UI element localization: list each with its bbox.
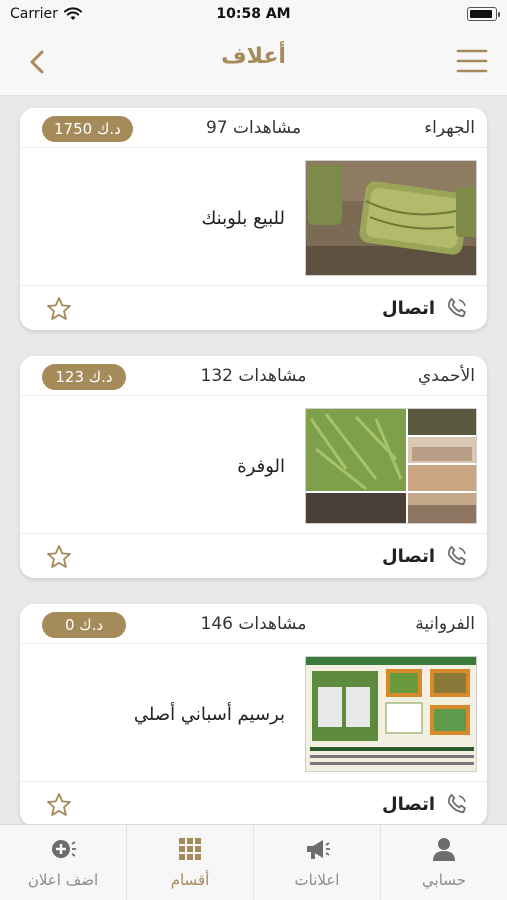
hamburger-menu-icon[interactable] xyxy=(455,46,489,76)
listing-body[interactable]: للبيع بلوبنك xyxy=(20,148,487,286)
listing-card[interactable]: الجهراء 97 مشاهدات 1750 د.ك للبيع بلوبنك xyxy=(20,108,487,330)
tab-label: اضف اعلان xyxy=(27,871,99,889)
listing-title[interactable]: برسيم أسباني أصلي xyxy=(134,704,285,725)
call-label: اتصال xyxy=(381,793,435,815)
status-time: 10:58 AM xyxy=(216,6,291,22)
call-button[interactable]: اتصال xyxy=(382,544,469,568)
phone-icon xyxy=(448,793,466,814)
navigation-bar: أعلاف xyxy=(0,28,507,96)
call-button[interactable]: اتصال xyxy=(382,296,469,320)
listing-header: الجهراء 97 مشاهدات 1750 د.ك xyxy=(20,108,487,148)
favorite-star-icon[interactable] xyxy=(46,296,72,322)
tab-ads[interactable]: اعلانات xyxy=(253,825,380,900)
favorite-star-icon[interactable] xyxy=(46,792,72,818)
battery-icon xyxy=(467,7,500,21)
page-title: أعلاف xyxy=(221,44,286,69)
listing-footer: اتصال xyxy=(20,782,487,824)
tab-label: أقسام xyxy=(170,871,210,889)
phone-icon xyxy=(448,297,466,318)
status-bar: Carrier 10:58 AM xyxy=(0,0,507,28)
listing-title[interactable]: للبيع بلوبنك xyxy=(202,208,286,229)
price-badge: 123 د.ك xyxy=(42,364,126,390)
hay-bales-photo[interactable] xyxy=(305,160,477,276)
listings-list[interactable]: الجهراء 97 مشاهدات 1750 د.ك للبيع بلوبنك xyxy=(0,96,507,824)
tab-label: حسابي xyxy=(422,871,466,889)
alfalfa-ad-flyer[interactable] xyxy=(305,656,477,772)
megaphone-icon xyxy=(307,840,330,859)
listing-body[interactable]: الوفرة xyxy=(20,396,487,534)
tab-categories[interactable]: أقسام xyxy=(126,825,253,900)
price-badge: 0 د.ك xyxy=(42,612,126,638)
price-badge: 1750 د.ك xyxy=(42,116,133,142)
tab-my-account[interactable]: حسابي xyxy=(380,825,507,900)
listing-card[interactable]: الأحمدي 132 مشاهدات 123 د.ك الوفرة اتصال xyxy=(20,356,487,578)
person-icon xyxy=(433,838,455,861)
listing-header: الفروانية 146 مشاهدات 0 د.ك xyxy=(20,604,487,644)
feed-collage-photo[interactable] xyxy=(305,408,477,524)
add-ad-icon xyxy=(52,840,76,858)
listing-title[interactable]: الوفرة xyxy=(237,456,285,477)
phone-icon xyxy=(448,545,466,566)
listing-card[interactable]: الفروانية 146 مشاهدات 0 د.ك برسيم أسباني… xyxy=(20,604,487,824)
tab-label: اعلانات xyxy=(294,871,340,889)
tab-add-ad[interactable]: اضف اعلان xyxy=(0,825,126,900)
favorite-star-icon[interactable] xyxy=(46,544,72,570)
listing-footer: اتصال xyxy=(20,534,487,578)
tab-bar: اضف اعلان أقسام اعلانات حسابي xyxy=(0,824,507,900)
call-label: اتصال xyxy=(381,297,435,319)
listing-body[interactable]: برسيم أسباني أصلي xyxy=(20,644,487,782)
listing-footer: اتصال xyxy=(20,286,487,330)
listing-header: الأحمدي 132 مشاهدات 123 د.ك xyxy=(20,356,487,396)
grid-icon xyxy=(179,838,201,860)
call-label: اتصال xyxy=(381,545,435,567)
call-button[interactable]: اتصال xyxy=(382,792,469,816)
battery-fill xyxy=(470,10,492,18)
